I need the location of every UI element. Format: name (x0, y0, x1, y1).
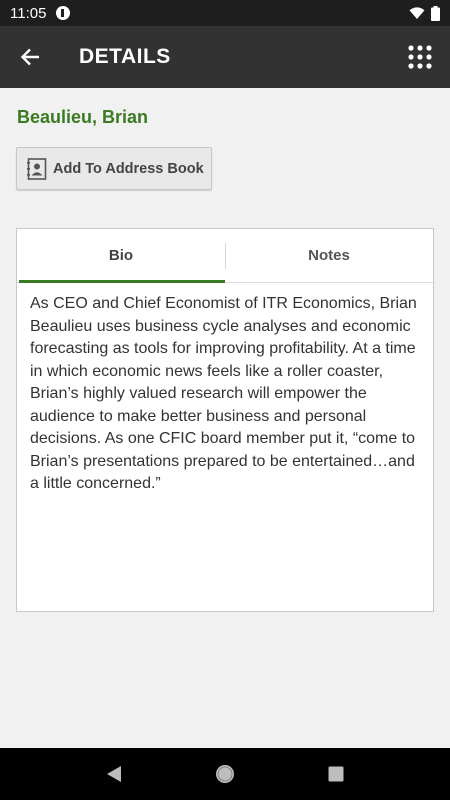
bio-notes-card: Bio Notes As CEO and Chief Economist of … (16, 228, 434, 612)
bio-text: As CEO and Chief Economist of ITR Econom… (30, 295, 417, 492)
app-bar: DETAILS (0, 26, 450, 88)
add-to-address-book-button[interactable]: Add To Address Book (16, 147, 212, 190)
battery-icon (431, 5, 440, 21)
contact-card-icon (27, 157, 47, 180)
tab-bar: Bio Notes (17, 229, 433, 283)
status-bar: 11:05 (0, 0, 450, 26)
nav-home-icon[interactable] (215, 764, 235, 784)
notification-app-icon (56, 6, 71, 20)
details-content: Beaulieu, Brian Add To Address Book Bio … (0, 88, 450, 748)
person-name: Beaulieu, Brian (17, 107, 149, 127)
add-to-address-book-label: Add To Address Book (53, 160, 204, 177)
system-nav-bar (0, 748, 450, 800)
wifi-icon (409, 6, 425, 19)
page-title: DETAILS (79, 45, 171, 68)
back-button[interactable] (0, 26, 60, 88)
nav-recents-icon[interactable] (328, 766, 344, 782)
tab-notes[interactable]: Notes (225, 229, 433, 282)
tab-bio[interactable]: Bio (17, 229, 225, 283)
grid-menu-icon (408, 45, 432, 69)
grid-menu-button[interactable] (390, 26, 450, 88)
status-icons (409, 5, 440, 21)
nav-back-icon[interactable] (106, 765, 122, 783)
back-arrow-icon (20, 48, 39, 66)
status-time: 11:05 (10, 4, 47, 22)
